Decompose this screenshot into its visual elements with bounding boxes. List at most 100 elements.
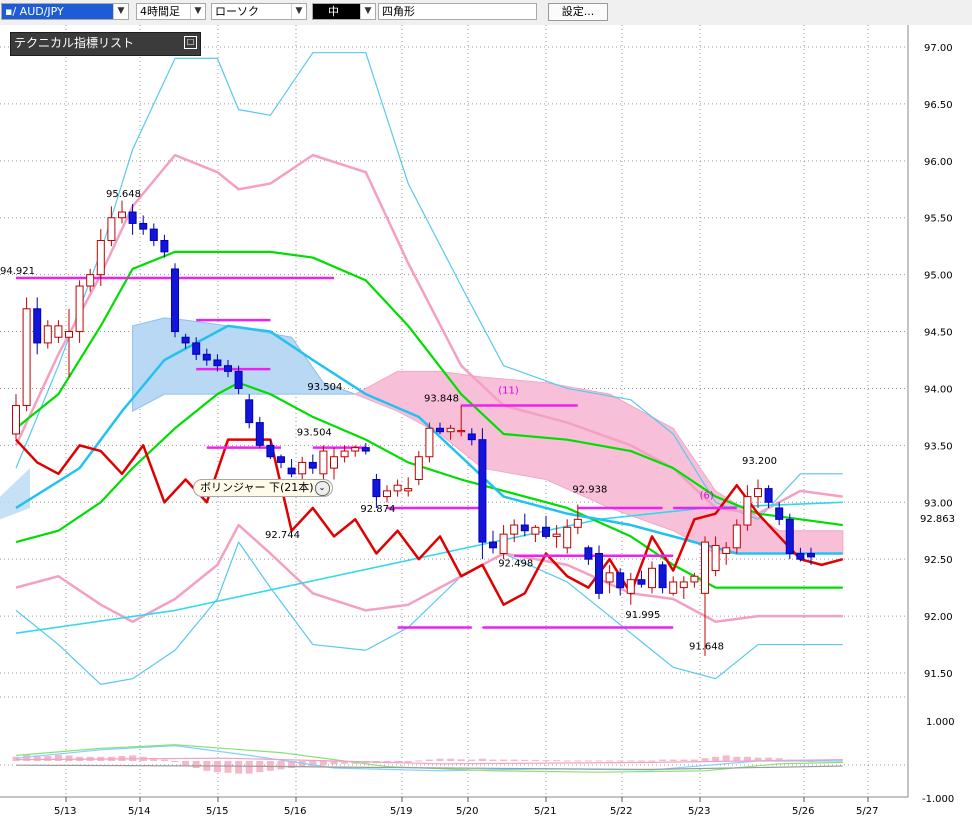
price-annotation: (11) [498, 386, 519, 397]
candle [425, 427, 434, 458]
chevron-down-icon[interactable]: ⌄ [314, 481, 330, 496]
x-tick-label: 5/16 [284, 806, 306, 817]
candle [224, 365, 232, 372]
candle [43, 325, 52, 344]
candle [404, 488, 413, 492]
candle [701, 541, 709, 594]
osc-histogram-bar [44, 755, 52, 761]
price-annotation: 93.200 [742, 456, 777, 467]
candle [414, 456, 423, 481]
shape-field[interactable]: 四角形 [378, 3, 537, 20]
osc-histogram-bar [521, 759, 529, 761]
chevron-down-icon[interactable]: ▼ [291, 4, 306, 19]
price-annotation: 93.848 [424, 394, 459, 405]
candle [181, 336, 190, 344]
candle [542, 526, 550, 537]
settings-button[interactable]: 設定... [548, 3, 608, 21]
osc-histogram-bar [447, 758, 455, 761]
candle [669, 581, 678, 594]
candle [319, 450, 328, 475]
candle [754, 488, 762, 498]
candle [499, 533, 508, 554]
candle [160, 239, 169, 253]
candle [128, 211, 137, 224]
price-annotation: 92.874 [360, 504, 395, 515]
osc-histogram-bar [701, 758, 709, 761]
osc-histogram-bar [65, 755, 73, 761]
x-tick-label: 5/21 [534, 806, 556, 817]
toolbar: ▪/ AUD/JPY ▼ 4時間足 ▼ ローソク ▼ 中 ▼ 四角形 設定... [0, 0, 972, 26]
price-annotation: 91.648 [689, 642, 724, 653]
price-chart[interactable]: 97.00 96.50 96.00 95.50 95.00 94.50 94.00 93.50… [0, 25, 972, 820]
candle [33, 308, 42, 344]
x-tick-label: 5/20 [456, 806, 478, 817]
bollinger-label-text: ボリンジャー 下(21本) [200, 481, 314, 494]
osc-histogram-bar [659, 759, 667, 761]
candle [520, 524, 529, 532]
candle [361, 447, 370, 452]
chart-style-select[interactable]: ローソク ▼ [211, 3, 307, 20]
close-icon[interactable]: □ [184, 36, 197, 49]
candle [308, 461, 317, 469]
chevron-down-icon[interactable]: ▼ [360, 4, 375, 19]
osc-histogram-bar [404, 761, 412, 763]
candle [690, 575, 699, 583]
chart-style-label: ローソク [215, 5, 259, 18]
candle [595, 552, 603, 594]
candle [436, 427, 444, 433]
osc-histogram-bar [510, 759, 518, 761]
candle [743, 496, 752, 526]
size-label: 中 [328, 5, 339, 18]
chevron-down-icon[interactable]: ▼ [190, 4, 205, 19]
candle [785, 518, 794, 554]
price-annotation: (6) [700, 490, 714, 501]
candle [22, 308, 31, 407]
y-tick-label: 93.50 [924, 441, 953, 452]
indicator-list-title: テクニカル指標リスト [14, 36, 135, 50]
candle [658, 564, 667, 589]
indicator-list-panel[interactable]: テクニカル指標リスト □ [10, 32, 201, 56]
candle [722, 547, 731, 554]
candle [775, 507, 784, 520]
candle [552, 533, 561, 537]
candle [605, 572, 614, 583]
candle [298, 461, 307, 475]
chevron-down-icon[interactable]: ▼ [113, 4, 128, 19]
size-select[interactable]: 中 ▼ [312, 3, 376, 20]
candle [287, 467, 296, 475]
candle [372, 479, 381, 498]
candle [383, 490, 391, 498]
candle [234, 370, 243, 389]
y-tick-label: 92.50 [924, 555, 953, 566]
symbol-label: / AUD/JPY [12, 5, 64, 18]
osc-histogram-bar [425, 759, 433, 761]
osc-histogram-bar [574, 760, 582, 762]
bollinger-label[interactable]: ボリンジャー 下(21本) ⌄ [193, 479, 333, 497]
x-tick-label: 5/19 [390, 806, 412, 817]
candle [764, 488, 773, 503]
symbol-select[interactable]: ▪/ AUD/JPY ▼ [1, 3, 129, 20]
price-annotation: 91.995 [625, 610, 660, 621]
candle [467, 433, 476, 441]
y-tick-label: 93.00 [924, 498, 953, 509]
y-tick-label: 94.50 [924, 328, 953, 339]
timeframe-select[interactable]: 4時間足 ▼ [136, 3, 206, 20]
osc-histogram-bar [712, 756, 720, 761]
candle [626, 579, 635, 594]
candle [255, 422, 264, 446]
x-tick-label: 5/22 [610, 806, 632, 817]
osc-histogram-bar [616, 760, 624, 762]
osc-histogram-bar [584, 760, 592, 762]
timeframe-label: 4時間足 [140, 5, 180, 18]
candle [446, 427, 455, 433]
osc-histogram-bar [457, 759, 465, 761]
osc-histogram-bar [171, 761, 179, 762]
y-tick-label: 91.50 [924, 669, 953, 680]
candle [510, 524, 519, 535]
price-annotation: 92.744 [265, 530, 300, 541]
candle [266, 444, 275, 458]
osc-histogram-bar [690, 759, 698, 761]
osc-histogram-bar [182, 761, 190, 766]
candle [531, 526, 540, 535]
candle [75, 285, 84, 333]
